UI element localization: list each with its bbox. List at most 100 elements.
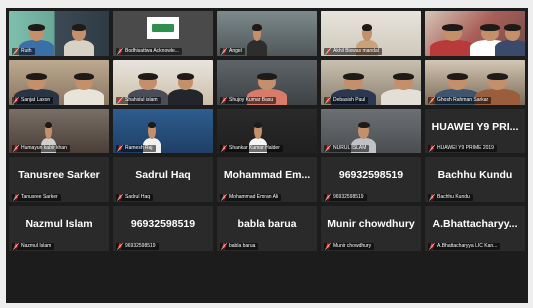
participant-tile[interactable]: babla barua babla barua: [217, 206, 317, 252]
muted-mic-icon: [429, 243, 435, 250]
participant-name-label: Ghosh Rahman Sarkar: [428, 96, 492, 104]
organization-logo: [147, 17, 179, 39]
participant-tile[interactable]: Shujoy Kumar Basu: [217, 59, 317, 105]
participant-tile[interactable]: Ramesh Raj: [113, 108, 213, 154]
participant-tile[interactable]: Humayun kabir khan: [9, 108, 109, 154]
participant-name-text: Ghosh Rahman Sarkar: [437, 96, 489, 103]
participant-silhouette: [64, 67, 104, 105]
participant-name-label: Bodhisattwa Acknowle...: [116, 47, 182, 55]
participant-tile[interactable]: Tanusree Sarker Tanusree Sarker: [9, 157, 109, 203]
muted-mic-icon: [325, 96, 331, 104]
participant-display-name: A.Bhattacharyy...: [432, 218, 518, 231]
participant-name-label: Tanusree Sarker: [12, 194, 61, 202]
participant-tile[interactable]: Bodhisattwa Acknowle...: [113, 11, 213, 56]
participant-tile[interactable]: Akhil Biswas mandal: [321, 11, 421, 56]
participant-silhouette: [495, 18, 525, 56]
participant-name-text: Shahidul islam: [125, 96, 158, 103]
participant-name-text: Bodhisattwa Acknowle...: [125, 47, 179, 54]
participant-name-label: Angel: [220, 47, 245, 55]
participant-tile[interactable]: NURUL ISLAM: [321, 108, 421, 154]
participant-tile[interactable]: HUAWEI Y9 PRI... HUAWEI Y9 PRIME 2019: [425, 108, 525, 154]
participant-name-label: Nazmul Islam: [12, 243, 55, 251]
participant-name-text: Nazmul Islam: [21, 243, 52, 250]
participant-tile[interactable]: Munir chowdhury Munir chowdhury: [321, 206, 421, 252]
muted-mic-icon: [221, 145, 227, 153]
muted-mic-icon: [13, 194, 19, 202]
participant-name-label: Humayun kabir khan: [12, 145, 70, 153]
participant-tile[interactable]: Shankar Kumar Halder: [217, 108, 317, 154]
muted-mic-icon: [325, 145, 331, 153]
participant-display-name: HUAWEI Y9 PRI...: [431, 120, 519, 133]
muted-mic-icon: [429, 145, 435, 153]
participant-name-text: Munir chowdhury: [333, 243, 372, 250]
participant-tile[interactable]: Debasish Paul: [321, 59, 421, 105]
participant-silhouette: [430, 18, 475, 56]
participant-tile[interactable]: Shahidul islam: [113, 59, 213, 105]
participant-name-label: Ruth: [12, 47, 35, 55]
participant-name-label: Debasish Paul: [324, 96, 369, 104]
participant-tile[interactable]: Ghosh Rahman Sarkar: [425, 59, 525, 105]
participant-silhouette: [247, 18, 267, 56]
participant-name-text: Akhil Biswas mandal: [333, 47, 379, 54]
participant-video: [425, 11, 525, 56]
participant-display-name: Sadrul Haq: [135, 169, 191, 182]
participant-name-label: 96932598519: [116, 243, 159, 251]
participant-name-text: Sanjat Laxon: [21, 96, 51, 103]
participant-display-name: 96932598519: [130, 218, 196, 231]
participant-tile[interactable]: [425, 11, 525, 56]
participant-tile[interactable]: Angel: [217, 11, 317, 56]
participant-name-text: Mohammad Emran Ali: [229, 194, 279, 201]
muted-mic-icon: [117, 96, 123, 104]
participant-name-label: Shujoy Kumar Basu: [220, 96, 277, 104]
participant-name-text: NURUL ISLAM: [333, 145, 367, 152]
muted-mic-icon: [13, 145, 19, 153]
participant-name-text: Shankar Kumar Halder: [229, 145, 280, 152]
participant-silhouette: [64, 18, 94, 56]
muted-mic-icon: [117, 145, 123, 153]
participant-name-text: A.Bhattacharyya LIC Kan...: [437, 243, 498, 250]
muted-mic-icon: [117, 194, 123, 202]
muted-mic-icon: [13, 96, 19, 104]
participant-display-name: Mohammad Em...: [223, 169, 311, 182]
participant-name-text: Ruth: [21, 47, 32, 54]
participant-silhouette: [381, 67, 421, 105]
participant-display-name: babla barua: [237, 218, 297, 231]
participant-display-name: Munir chowdhury: [327, 218, 415, 231]
muted-mic-icon: [429, 194, 435, 202]
participant-tile[interactable]: 96932598519 96932598519: [113, 206, 213, 252]
participant-tile[interactable]: 96932598519 96932598519: [321, 157, 421, 203]
gallery-view-grid: Ruth Bodhisattwa Acknowle... Angel Akhil Bi…: [6, 8, 528, 303]
participant-name-label: Sanjat Laxon: [12, 96, 54, 104]
participant-tile[interactable]: Sadrul Haq Sadrul Haq: [113, 157, 213, 203]
muted-mic-icon: [117, 47, 123, 55]
muted-mic-icon: [429, 96, 435, 104]
participant-tile[interactable]: Ruth: [9, 11, 109, 56]
participant-name-label: Mohammad Emran Ali: [220, 194, 282, 202]
muted-mic-icon: [325, 243, 331, 250]
participant-silhouette: [168, 67, 203, 105]
participant-name-label: babla barua: [220, 243, 259, 251]
participant-name-text: babla barua: [229, 243, 256, 250]
participant-name-text: Sadrul Haq: [125, 194, 151, 201]
muted-mic-icon: [325, 194, 331, 202]
participant-name-label: A.Bhattacharyya LIC Kan...: [428, 243, 501, 251]
participant-name-label: Shankar Kumar Halder: [220, 145, 283, 153]
participant-tile[interactable]: Bachhu Kundu Bachhu Kundu: [425, 157, 525, 203]
participant-display-name: Tanusree Sarker: [18, 169, 100, 182]
participant-name-label: Munir chowdhury: [324, 243, 375, 251]
participant-name-text: Shujoy Kumar Basu: [229, 96, 274, 103]
muted-mic-icon: [325, 47, 331, 55]
participant-name-text: 96932598519: [333, 194, 364, 201]
participant-display-name: Nazmul Islam: [25, 218, 93, 231]
muted-mic-icon: [13, 243, 19, 250]
participant-tile[interactable]: A.Bhattacharyy... A.Bhattacharyya LIC Kan…: [425, 206, 525, 252]
muted-mic-icon: [221, 243, 227, 250]
participant-name-label: Sadrul Haq: [116, 194, 154, 202]
muted-mic-icon: [221, 47, 227, 55]
participant-tile[interactable]: Sanjat Laxon: [9, 59, 109, 105]
participant-tile[interactable]: Mohammad Em... Mohammad Emran Ali: [217, 157, 317, 203]
participant-display-name: Bachhu Kundu: [437, 169, 513, 182]
muted-mic-icon: [117, 243, 123, 250]
participant-tile[interactable]: Nazmul Islam Nazmul Islam: [9, 206, 109, 252]
participant-name-text: HUAWEI Y9 PRIME 2019: [437, 145, 494, 152]
